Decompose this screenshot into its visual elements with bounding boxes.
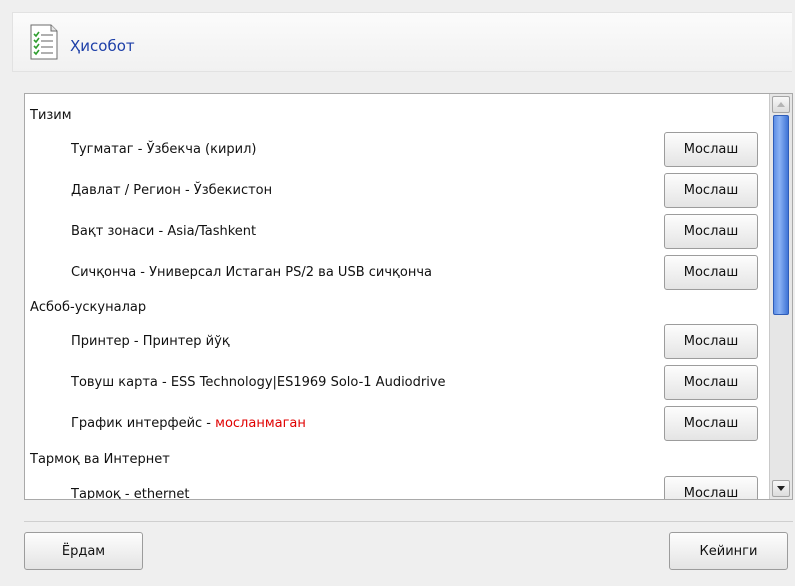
item-label: Тугматаг - Ўзбекча (кирил) — [71, 142, 257, 157]
item-status-not-configured: мосланмаган — [215, 416, 306, 431]
list-item-timezone: Вақт зонаси - Asia/Tashkent — [71, 224, 256, 239]
next-button[interactable]: Кейинги — [669, 532, 788, 570]
header-banner: Ҳисобот — [12, 12, 792, 72]
configure-graphical-interface-button[interactable]: Мослаш — [664, 406, 758, 441]
list-item-graphical-interface: График интерфейс - мосланмаган — [71, 416, 306, 431]
report-checklist-icon — [30, 24, 58, 60]
item-label: Принтер - Принтер йўқ — [71, 334, 230, 349]
footer-divider — [24, 521, 793, 522]
item-label: График интерфейс - — [71, 416, 216, 431]
configure-sound-card-button[interactable]: Мослаш — [664, 365, 758, 400]
vertical-scrollbar[interactable] — [769, 94, 792, 499]
scroll-up-button[interactable] — [772, 96, 790, 113]
list-item-sound-card: Товуш карта - ESS Technology|ES1969 Solo… — [71, 375, 446, 390]
configure-keyboard-button[interactable]: Мослаш — [664, 132, 758, 167]
list-item-printer: Принтер - Принтер йўқ — [71, 334, 230, 349]
help-button[interactable]: Ёрдам — [24, 532, 143, 570]
arrow-down-icon — [777, 486, 785, 491]
arrow-up-icon — [777, 102, 785, 107]
item-label: Сичқонча - Универсал Истаган PS/2 ва USB… — [71, 265, 432, 280]
scroll-down-button[interactable] — [772, 480, 790, 497]
section-title-hardware: Асбоб-ускуналар — [30, 300, 147, 315]
configure-country-button[interactable]: Мослаш — [664, 173, 758, 208]
list-item-country: Давлат / Регион - Ўзбекистон — [71, 183, 272, 198]
configure-network-button[interactable]: Мослаш — [664, 476, 758, 499]
configure-printer-button[interactable]: Мослаш — [664, 324, 758, 359]
page-title: Ҳисобот — [70, 37, 135, 55]
summary-panel: Тизим Тугматаг - Ўзбекча (кирил) Мослаш … — [24, 93, 793, 500]
item-label: Вақт зонаси - Asia/Tashkent — [71, 224, 257, 239]
section-title-system: Тизим — [30, 108, 72, 123]
configure-mouse-button[interactable]: Мослаш — [664, 255, 758, 290]
list-item-mouse: Сичқонча - Универсал Истаган PS/2 ва USB… — [71, 265, 432, 280]
list-item-keyboard: Тугматаг - Ўзбекча (кирил) — [71, 142, 257, 157]
item-label: Давлат / Регион - Ўзбекистон — [71, 183, 273, 198]
summary-list: Тизим Тугматаг - Ўзбекча (кирил) Мослаш … — [25, 94, 767, 499]
section-title-network: Тармоқ ва Интернет — [30, 452, 170, 467]
list-item-network: Тармоқ - ethernet — [71, 487, 190, 499]
item-label: Тармоқ - ethernet — [71, 487, 190, 499]
configure-timezone-button[interactable]: Мослаш — [664, 214, 758, 249]
item-label: Товуш карта - ESS Technology|ES1969 Solo… — [71, 375, 446, 390]
scroll-thumb[interactable] — [773, 115, 789, 315]
